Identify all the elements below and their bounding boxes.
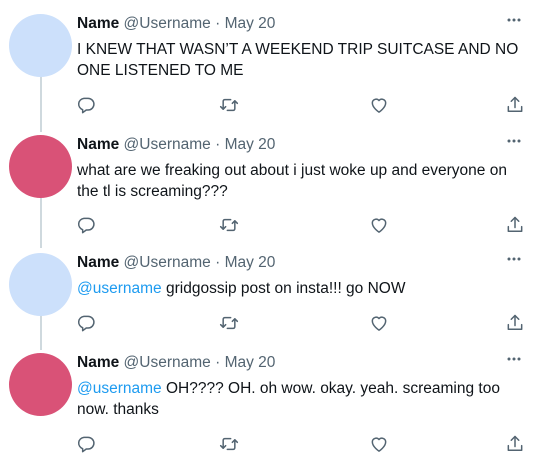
tweet-header: Name @Username · May 20: [77, 354, 275, 372]
author-name[interactable]: Name: [77, 254, 119, 271]
author-handle[interactable]: @Username: [124, 136, 211, 153]
like-icon[interactable]: [369, 434, 389, 454]
author-name[interactable]: Name: [77, 354, 119, 371]
tweet-date[interactable]: May 20: [225, 354, 276, 371]
reply-icon[interactable]: [76, 313, 96, 333]
avatar[interactable]: [9, 253, 72, 316]
avatar[interactable]: [9, 135, 72, 198]
like-icon[interactable]: [369, 215, 389, 235]
more-icon[interactable]: [506, 251, 522, 261]
reply-icon[interactable]: [76, 434, 96, 454]
share-icon[interactable]: [505, 434, 525, 454]
like-icon[interactable]: [369, 313, 389, 333]
share-icon[interactable]: [505, 313, 525, 333]
tweet-actions: [0, 95, 540, 115]
separator: ·: [215, 354, 221, 371]
retweet-icon[interactable]: [219, 434, 239, 454]
reply-icon[interactable]: [76, 215, 96, 235]
tweet-header: Name @Username · May 20: [77, 15, 275, 33]
tweet-body: what are we freaking out about i just wo…: [77, 162, 507, 200]
more-icon[interactable]: [506, 12, 522, 22]
separator: ·: [215, 254, 221, 271]
tweet-date[interactable]: May 20: [225, 136, 276, 153]
share-icon[interactable]: [505, 215, 525, 235]
retweet-icon[interactable]: [219, 313, 239, 333]
more-icon[interactable]: [506, 133, 522, 143]
like-icon[interactable]: [369, 95, 389, 115]
author-name[interactable]: Name: [77, 136, 119, 153]
tweet-text: @username OH???? OH. oh wow. okay. yeah.…: [77, 378, 522, 420]
tweet-header: Name @Username · May 20: [77, 254, 275, 272]
tweet-actions: [0, 434, 540, 454]
mention-link[interactable]: @username: [77, 280, 162, 297]
tweet-date[interactable]: May 20: [225, 15, 276, 32]
separator: ·: [215, 136, 221, 153]
retweet-icon[interactable]: [219, 215, 239, 235]
retweet-icon[interactable]: [219, 95, 239, 115]
share-icon[interactable]: [505, 95, 525, 115]
tweet-date[interactable]: May 20: [225, 254, 276, 271]
tweet-actions: [0, 215, 540, 235]
avatar[interactable]: [9, 14, 72, 77]
author-handle[interactable]: @Username: [124, 254, 211, 271]
more-icon[interactable]: [506, 351, 522, 361]
avatar[interactable]: [9, 353, 72, 416]
author-handle[interactable]: @Username: [124, 15, 211, 32]
tweet-header: Name @Username · May 20: [77, 136, 275, 154]
tweet-body: I KNEW THAT WASN’T A WEEKEND TRIP SUITCA…: [77, 41, 519, 79]
reply-icon[interactable]: [76, 95, 96, 115]
tweet-actions: [0, 313, 540, 333]
mention-link[interactable]: @username: [77, 380, 162, 397]
author-name[interactable]: Name: [77, 15, 119, 32]
tweet-text: what are we freaking out about i just wo…: [77, 160, 522, 202]
tweet-body: gridgossip post on insta!!! go NOW: [161, 280, 406, 297]
author-handle[interactable]: @Username: [124, 354, 211, 371]
tweet-text: @username gridgossip post on insta!!! go…: [77, 278, 522, 299]
separator: ·: [215, 15, 221, 32]
tweet-text: I KNEW THAT WASN’T A WEEKEND TRIP SUITCA…: [77, 39, 522, 81]
